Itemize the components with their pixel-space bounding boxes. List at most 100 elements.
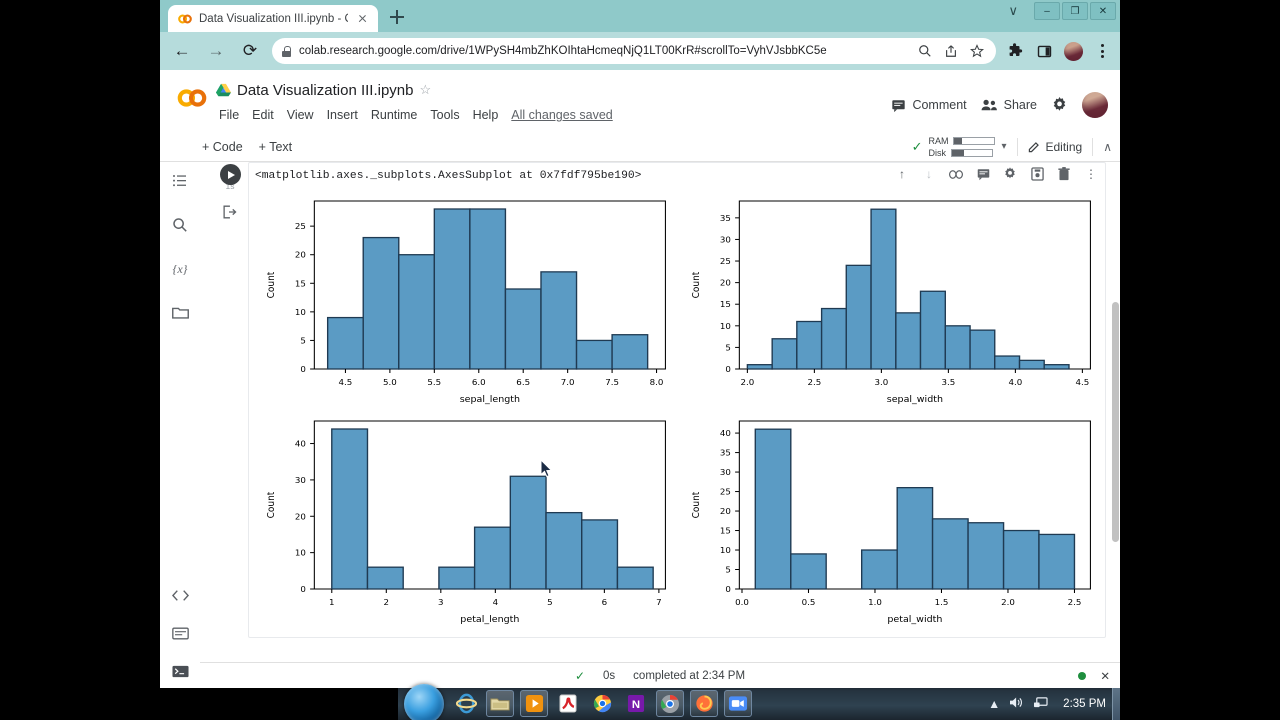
colab-header-actions: Comment Share	[891, 78, 1110, 118]
zoom-icon[interactable]	[724, 690, 752, 717]
resource-dropdown-icon[interactable]: ▾	[1001, 141, 1006, 152]
media-player-icon[interactable]	[520, 690, 548, 717]
search-icon[interactable]	[169, 214, 191, 236]
volume-icon[interactable]	[1009, 696, 1024, 712]
cell-execution-status-bar: ✓ 0s completed at 2:34 PM ✕	[200, 662, 1120, 688]
chrome-icon[interactable]	[588, 690, 616, 717]
notebook-scrollbar[interactable]	[1110, 162, 1120, 662]
window-controls: ∨ – ❐ ✕	[1008, 2, 1116, 20]
menu-tools[interactable]: Tools	[430, 108, 459, 122]
move-cell-up-icon[interactable]: ↑	[894, 166, 910, 182]
share-icon[interactable]	[942, 42, 960, 60]
maximize-button[interactable]: ❐	[1062, 2, 1088, 20]
back-icon[interactable]: ←	[170, 39, 194, 63]
disk-meter: Disk	[928, 148, 995, 158]
svg-text:7: 7	[656, 597, 662, 607]
editing-mode-button[interactable]: Editing	[1028, 139, 1083, 154]
collapse-toolbar-icon[interactable]: ∧	[1103, 140, 1112, 154]
tab-close-icon[interactable]	[355, 11, 370, 26]
firefox-icon[interactable]	[690, 690, 718, 717]
svg-text:2.5: 2.5	[1068, 597, 1082, 607]
chrome-active-icon[interactable]	[656, 690, 684, 717]
minimize-button[interactable]: –	[1034, 2, 1060, 20]
svg-text:20: 20	[720, 506, 731, 516]
svg-text:5: 5	[300, 336, 306, 346]
settings-button[interactable]	[1051, 96, 1068, 114]
menu-insert[interactable]: Insert	[327, 108, 358, 122]
delete-cell-icon[interactable]	[1056, 166, 1072, 182]
new-tab-icon[interactable]	[384, 4, 410, 30]
close-window-button[interactable]: ✕	[1090, 2, 1116, 20]
resource-meter[interactable]: ✓ RAM Disk ▾	[912, 136, 1007, 158]
menu-edit[interactable]: Edit	[252, 108, 274, 122]
browser-tab[interactable]: Data Visualization III.ipynb - Cola	[168, 5, 378, 32]
forward-icon[interactable]: →	[204, 39, 228, 63]
svg-text:3: 3	[438, 597, 444, 607]
notebook-scroll-area[interactable]: ✓ 1s <matplotlib.axes._subplots.AxesSubp…	[200, 162, 1120, 688]
network-icon[interactable]	[1033, 696, 1048, 712]
exec-duration: 0s	[603, 669, 616, 682]
histogram-sepal-width: 2.0 2.5 3.0 3.5 4.0 4.5 0 5 10 15 20 25 30 35 sepal_wi…	[678, 191, 1101, 409]
petal-width-plot: 0.0 0.5 1.0 1.5 2.0 2.5 0 5 10 15 20 25 30 35 40 petal_…	[691, 420, 1091, 625]
internet-explorer-icon[interactable]	[452, 690, 480, 717]
share-label: Share	[1003, 98, 1037, 112]
editing-label: Editing	[1045, 139, 1083, 154]
command-palette-icon[interactable]	[169, 622, 191, 644]
code-snippets-icon[interactable]	[169, 584, 191, 606]
mirror-cell-icon[interactable]	[1029, 166, 1045, 182]
add-comment-icon[interactable]	[975, 166, 991, 182]
chrome-menu-kebab[interactable]	[1094, 44, 1110, 58]
variables-icon[interactable]: {x}	[169, 258, 191, 280]
taskbar-clock[interactable]: 2:35 PM	[1057, 698, 1112, 710]
open-output-icon[interactable]	[222, 205, 238, 222]
browser-tab-strip: Data Visualization III.ipynb - Cola ∨ – …	[160, 0, 1120, 32]
address-bar[interactable]: colab.research.google.com/drive/1WPySH4m…	[272, 38, 996, 64]
tray-expand-icon[interactable]: ▲	[988, 697, 1000, 711]
profile-avatar[interactable]	[1064, 41, 1083, 61]
add-text-cell-button[interactable]: + Text	[259, 140, 292, 154]
search-icon[interactable]	[916, 42, 934, 60]
table-of-contents-icon[interactable]	[169, 170, 191, 192]
save-status[interactable]: All changes saved	[511, 108, 612, 122]
colab-logo[interactable]	[170, 78, 214, 108]
onenote-icon[interactable]: N	[622, 690, 650, 717]
share-button[interactable]: Share	[981, 98, 1037, 112]
windows-start-orb[interactable]	[404, 684, 444, 720]
link-to-cell-icon[interactable]	[948, 166, 964, 182]
show-desktop-button[interactable]	[1112, 688, 1120, 720]
file-explorer-icon[interactable]	[486, 690, 514, 717]
terminal-icon[interactable]	[169, 660, 191, 682]
extensions-puzzle-icon[interactable]	[1006, 42, 1024, 60]
move-cell-down-icon[interactable]: ↓	[921, 166, 937, 182]
svg-text:6.0: 6.0	[472, 377, 486, 387]
bookmark-star-icon[interactable]	[968, 42, 986, 60]
adobe-reader-icon[interactable]	[554, 690, 582, 717]
exec-success-icon: ✓	[574, 668, 586, 683]
files-folder-icon[interactable]	[169, 302, 191, 324]
menu-help[interactable]: Help	[473, 108, 499, 122]
colab-page: Data Visualization III.ipynb ☆ File Edit…	[160, 70, 1120, 688]
menu-file[interactable]: File	[219, 108, 239, 122]
cell-settings-icon[interactable]	[1002, 166, 1018, 182]
menu-view[interactable]: View	[287, 108, 314, 122]
chevron-down-icon[interactable]: ∨	[1008, 3, 1018, 19]
close-status-icon[interactable]: ✕	[1100, 669, 1110, 683]
add-code-cell-button[interactable]: + Code	[202, 140, 243, 154]
run-cell-button[interactable]	[220, 164, 241, 185]
account-avatar[interactable]	[1082, 92, 1108, 118]
svg-text:2: 2	[384, 597, 390, 607]
letterbox-left	[0, 0, 160, 688]
side-panel-icon[interactable]	[1035, 42, 1053, 60]
more-options-kebab[interactable]: ⋮	[1083, 166, 1099, 182]
star-notebook-icon[interactable]: ☆	[420, 82, 432, 98]
comment-button[interactable]: Comment	[891, 98, 967, 113]
svg-text:0.5: 0.5	[802, 597, 816, 607]
svg-text:0.0: 0.0	[735, 597, 749, 607]
histogram-petal-width: 0.0 0.5 1.0 1.5 2.0 2.5 0 5 10 15 20 25 30 35 40 petal_…	[678, 411, 1101, 629]
sepal-width-plot: 2.0 2.5 3.0 3.5 4.0 4.5 0 5 10 15 20 25 30 35 sepal_wi…	[691, 200, 1091, 405]
menu-runtime[interactable]: Runtime	[371, 108, 418, 122]
reload-icon[interactable]: ⟳	[238, 39, 262, 63]
disk-label: Disk	[928, 147, 946, 158]
svg-text:10: 10	[720, 545, 731, 555]
svg-text:20: 20	[720, 278, 731, 288]
